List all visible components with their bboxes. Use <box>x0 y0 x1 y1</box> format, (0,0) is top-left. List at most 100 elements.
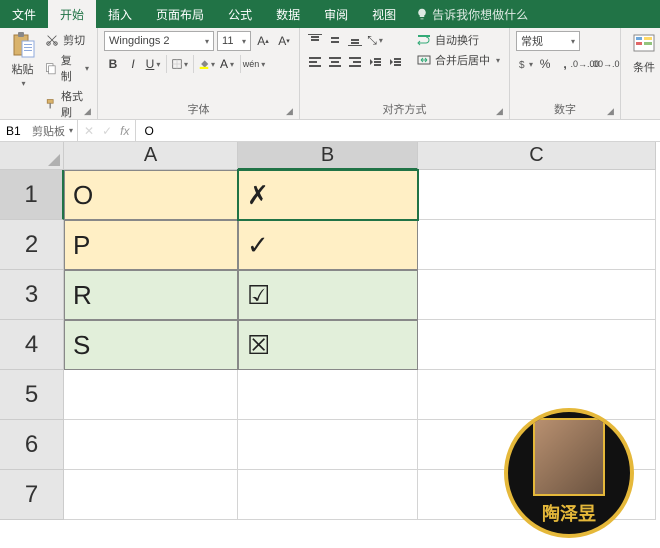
wrap-text-button[interactable]: 自动换行 <box>414 31 503 49</box>
row-header-1[interactable]: 1 <box>0 170 64 220</box>
increase-indent-button[interactable] <box>386 53 404 71</box>
tab-view[interactable]: 视图 <box>360 0 408 28</box>
avatar-portrait <box>533 418 605 496</box>
group-label-font: 字体 <box>104 99 293 117</box>
tab-home[interactable]: 开始 <box>48 0 96 28</box>
accounting-format-button[interactable]: $▾ <box>516 55 534 73</box>
cut-button[interactable]: 剪切 <box>43 31 91 49</box>
tab-page-layout[interactable]: 页面布局 <box>144 0 216 28</box>
align-top-button[interactable] <box>306 31 324 49</box>
column-header-B[interactable]: B <box>238 142 418 170</box>
bold-button[interactable]: B <box>104 55 122 73</box>
column-header-A[interactable]: A <box>64 142 238 170</box>
dialog-launcher-icon[interactable]: ◢ <box>607 106 617 116</box>
row-header-6[interactable]: 6 <box>0 420 64 470</box>
avatar-name: 陶泽昱 <box>542 500 596 526</box>
font-size-combo[interactable]: 11▾ <box>217 31 251 51</box>
tab-insert[interactable]: 插入 <box>96 0 144 28</box>
enter-icon: ✓ <box>102 124 112 138</box>
brush-icon <box>45 97 57 111</box>
cell-A2[interactable]: P <box>64 220 238 270</box>
cell-A4[interactable]: S <box>64 320 238 370</box>
align-right-button[interactable] <box>346 53 364 71</box>
cell-C4[interactable] <box>418 320 656 370</box>
group-label-alignment: 对齐方式 <box>306 99 503 117</box>
border-icon <box>172 57 182 71</box>
align-bottom-button[interactable] <box>346 31 364 49</box>
underline-button[interactable]: U▾ <box>144 55 162 73</box>
cell-B5[interactable] <box>238 370 418 420</box>
chevron-down-icon: ▾ <box>22 79 26 88</box>
ribbon-tabs: 文件 开始 插入 页面布局 公式 数据 审阅 视图 告诉我你想做什么 <box>0 0 660 28</box>
cell-C5[interactable] <box>418 370 656 420</box>
dialog-launcher-icon[interactable]: ◢ <box>286 106 296 116</box>
orientation-button[interactable]: ⤡▾ <box>366 31 384 49</box>
paste-button[interactable]: 粘贴 ▾ <box>6 31 39 121</box>
select-all-button[interactable] <box>0 142 64 170</box>
dialog-launcher-icon[interactable]: ◢ <box>496 106 506 116</box>
tab-review[interactable]: 审阅 <box>312 0 360 28</box>
bucket-icon <box>199 57 209 71</box>
row-header-5[interactable]: 5 <box>0 370 64 420</box>
increase-font-button[interactable]: A▴ <box>254 32 272 50</box>
row-header-2[interactable]: 2 <box>0 220 64 270</box>
cell-C2[interactable] <box>418 220 656 270</box>
cell-A7[interactable] <box>64 470 238 520</box>
cell-B6[interactable] <box>238 420 418 470</box>
fill-color-button[interactable]: ▾ <box>198 55 216 73</box>
group-alignment: ⤡▾ 自动换行 合并后居中▾ <box>300 28 510 119</box>
italic-button[interactable]: I <box>124 55 142 73</box>
align-middle-button[interactable] <box>326 31 344 49</box>
cell-B4[interactable]: ☒ <box>238 320 418 370</box>
row-header-4[interactable]: 4 <box>0 320 64 370</box>
number-format-combo[interactable]: 常规▾ <box>516 31 580 51</box>
font-color-button[interactable]: A▾ <box>218 55 236 73</box>
cell-B2[interactable]: ✓ <box>238 220 418 270</box>
align-left-button[interactable] <box>306 53 324 71</box>
cell-B7[interactable] <box>238 470 418 520</box>
conditional-icon <box>632 31 656 59</box>
cancel-icon: ✕ <box>84 124 94 138</box>
border-button[interactable]: ▾ <box>171 55 189 73</box>
tell-me-search[interactable]: 告诉我你想做什么 <box>408 0 536 28</box>
copy-button[interactable]: 复制▾ <box>43 51 91 85</box>
group-clipboard: 粘贴 ▾ 剪切 复制▾ 格式刷 剪贴板 ◢ <box>0 28 98 119</box>
tab-file[interactable]: 文件 <box>0 0 48 28</box>
cell-A1[interactable]: O <box>64 170 238 220</box>
tab-data[interactable]: 数据 <box>264 0 312 28</box>
formula-input[interactable]: O <box>136 120 660 141</box>
group-label-number: 数字 <box>516 99 614 117</box>
dialog-launcher-icon[interactable]: ◢ <box>84 106 94 116</box>
ribbon: 粘贴 ▾ 剪切 复制▾ 格式刷 剪贴板 ◢ <box>0 28 660 120</box>
avatar-badge: 陶泽昱 <box>504 408 634 538</box>
align-center-button[interactable] <box>326 53 344 71</box>
row-header-3[interactable]: 3 <box>0 270 64 320</box>
conditional-format-button[interactable]: 条件 <box>627 31 660 75</box>
cell-A6[interactable] <box>64 420 238 470</box>
column-header-C[interactable]: C <box>418 142 656 170</box>
cell-A3[interactable]: R <box>64 270 238 320</box>
merge-center-button[interactable]: 合并后居中▾ <box>414 51 503 69</box>
tell-me-label: 告诉我你想做什么 <box>432 6 528 23</box>
cell-A5[interactable] <box>64 370 238 420</box>
row-header-7[interactable]: 7 <box>0 470 64 520</box>
group-number: 常规▾ $▾ % , .0→.00 .00→.0 数字 ◢ <box>510 28 621 119</box>
cell-C3[interactable] <box>418 270 656 320</box>
cell-B3[interactable]: ☑ <box>238 270 418 320</box>
font-name-combo[interactable]: Wingdings 2▾ <box>104 31 214 51</box>
bulb-icon <box>416 8 428 20</box>
decrease-font-button[interactable]: A▾ <box>275 32 293 50</box>
percent-button[interactable]: % <box>536 55 554 73</box>
formula-bar: B1▾ ✕ ✓ fx O <box>0 120 660 142</box>
wrap-icon <box>417 33 431 47</box>
cell-C1[interactable] <box>418 170 656 220</box>
svg-text:$: $ <box>519 60 525 71</box>
cell-B1[interactable]: ✗ <box>238 170 418 220</box>
copy-icon <box>45 61 57 75</box>
decrease-indent-button[interactable] <box>366 53 384 71</box>
name-box[interactable]: B1▾ <box>0 120 78 141</box>
pinyin-button[interactable]: wén▾ <box>245 55 263 73</box>
decrease-decimal-button[interactable]: .00→.0 <box>596 55 614 73</box>
tab-formulas[interactable]: 公式 <box>216 0 264 28</box>
fx-icon[interactable]: fx <box>120 124 129 138</box>
